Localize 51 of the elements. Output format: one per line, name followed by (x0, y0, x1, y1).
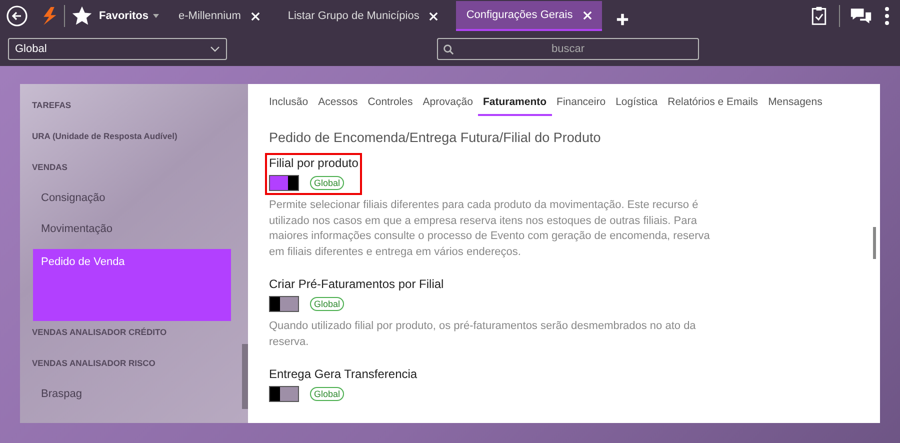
settings-tab[interactable]: Relatórios e Emails (662, 96, 764, 116)
sidebar-item[interactable]: TAREFAS (20, 94, 241, 125)
scope-badge: Global (310, 297, 344, 311)
toggle-switch[interactable] (269, 386, 299, 402)
star-icon[interactable] (71, 5, 93, 27)
chat-icon[interactable] (850, 6, 872, 26)
clipboard-icon[interactable] (809, 6, 829, 26)
tab-label: e-Millennium (178, 10, 241, 22)
scope-badge: Global (310, 387, 344, 401)
browser-tab[interactable]: e-Millennium (168, 1, 270, 31)
plus-icon[interactable] (616, 12, 629, 26)
setting-description: Permite selecionar filiais diferentes para cada produto da movimentação. Este recurso é utilizado nos casos em que a empresa reserva itens nos estoques de outras filiais. Para maiores informações consulte o processo de Evento com geração de encomenda, reserva em filiais diferentes e entrega em vários endereços. (269, 198, 711, 260)
close-icon[interactable] (429, 12, 438, 20)
scrollbar[interactable] (242, 344, 248, 409)
back-icon[interactable] (6, 5, 28, 27)
settings-tab[interactable]: Aprovação (418, 96, 478, 116)
sidebar-item[interactable]: Movimentação (20, 218, 241, 249)
setting-label: Entrega Gera Transferencia (269, 367, 418, 381)
setting-description: Quando utilizado filial por produto, os pré-faturamentos serão desmembrados no ato da reserva. (269, 319, 697, 350)
section-title: Pedido de Encomenda/Entrega Futura/Filial do Produto (269, 130, 602, 145)
search-icon (443, 44, 454, 55)
close-icon[interactable] (250, 12, 260, 20)
sidebar-item[interactable]: VENDAS (20, 156, 241, 187)
menu-icon[interactable] (884, 6, 890, 26)
browser-tab[interactable]: Configurações Gerais (456, 1, 602, 31)
settings-tab[interactable]: Acessos (313, 96, 363, 116)
setting-label: Criar Pré-Faturamentos por Filial (269, 277, 444, 291)
setting-label: Filial por produto (269, 156, 358, 170)
scrollbar[interactable] (873, 227, 876, 259)
settings-tab[interactable]: Inclusão (269, 96, 314, 116)
favorites-menu[interactable]: Favoritos (99, 10, 159, 22)
toggle-switch[interactable] (269, 296, 299, 312)
browser-tab[interactable]: Listar Grupo de Municípios (278, 1, 448, 31)
sidebar-item[interactable]: URA (Unidade de Resposta Audível) (20, 125, 241, 156)
tab-label: Listar Grupo de Municípios (288, 10, 420, 22)
settings-tab[interactable]: Logística (610, 96, 663, 116)
scope-badge: Global (310, 176, 344, 190)
settings-tab[interactable]: Mensagens (763, 96, 828, 116)
close-icon[interactable] (582, 10, 592, 20)
toggle-switch[interactable] (269, 175, 299, 191)
sidebar-item[interactable]: Consignação (20, 187, 241, 218)
chevron-icon (210, 46, 220, 52)
sidebar-item[interactable]: Pedido de Venda (33, 249, 231, 321)
search-field[interactable]: buscar (437, 38, 699, 60)
settings-tab[interactable]: Financeiro (552, 96, 611, 116)
caret-icon (152, 14, 159, 18)
sidebar-item[interactable]: Braspag (20, 383, 241, 414)
scope-select[interactable]: Global (8, 38, 227, 60)
settings-tab[interactable]: Faturamento (478, 96, 552, 116)
settings-tab[interactable]: Controles (362, 96, 418, 116)
tab-label: Configurações Gerais (466, 9, 573, 21)
